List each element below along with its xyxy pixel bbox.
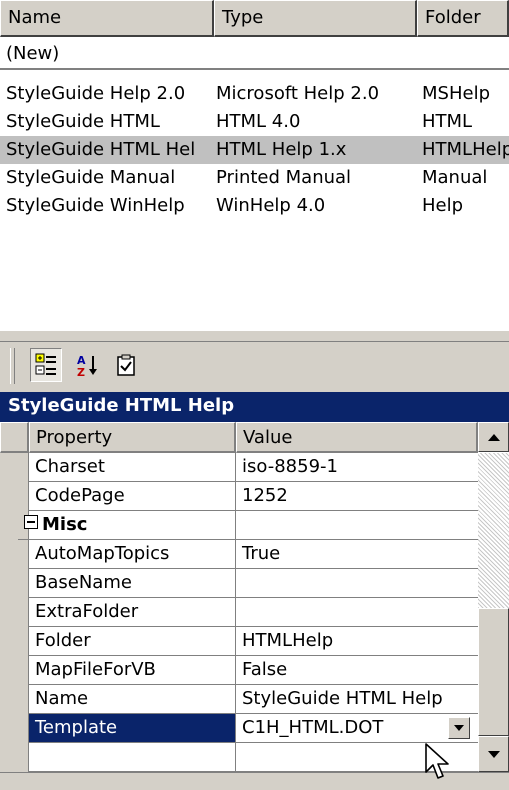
property-row-extrafolder[interactable]: ExtraFolder bbox=[0, 598, 478, 628]
list-item-folder: HTML bbox=[422, 111, 473, 132]
dropdown-arrow-icon bbox=[454, 725, 464, 731]
property-pages-button[interactable] bbox=[110, 348, 142, 382]
grid-header-corner bbox=[0, 422, 29, 453]
property-value[interactable] bbox=[236, 598, 478, 627]
property-value[interactable]: iso-8859-1 bbox=[236, 453, 478, 482]
property-row-charset[interactable]: Charset iso-8859-1 bbox=[0, 453, 478, 483]
category-row-misc[interactable]: Misc bbox=[0, 511, 478, 541]
property-name: Folder bbox=[29, 627, 236, 656]
list-item[interactable]: StyleGuide WinHelp WinHelp 4.0 Help bbox=[0, 192, 509, 220]
property-row-mapfileforvb[interactable]: MapFileForVB False bbox=[0, 656, 478, 686]
list-item-type: Microsoft Help 2.0 bbox=[216, 83, 380, 104]
toolbar-grip[interactable] bbox=[10, 348, 15, 384]
property-row-basename[interactable]: BaseName bbox=[0, 569, 478, 599]
property-name: Template bbox=[29, 714, 236, 743]
list-item-type: HTML 4.0 bbox=[216, 111, 301, 132]
mouse-cursor-icon bbox=[425, 743, 449, 779]
property-value[interactable]: StyleGuide HTML Help bbox=[236, 685, 478, 714]
list-item-type: WinHelp 4.0 bbox=[216, 195, 326, 216]
property-name: AutoMapTopics bbox=[29, 540, 236, 569]
list-item-name: StyleGuide HTML bbox=[6, 111, 160, 132]
splitter[interactable] bbox=[0, 330, 509, 342]
list-item-folder: HTMLHelp bbox=[422, 139, 509, 160]
list-item-name: StyleGuide HTML Hel bbox=[6, 139, 196, 160]
property-row-empty bbox=[0, 743, 478, 772]
property-name: BaseName bbox=[29, 569, 236, 598]
property-value[interactable]: True bbox=[236, 540, 478, 569]
property-toolbar: A Z bbox=[0, 342, 509, 392]
property-row-folder[interactable]: Folder HTMLHelp bbox=[0, 627, 478, 657]
sort-alphabetical-icon: A Z bbox=[77, 354, 97, 377]
list-item[interactable]: StyleGuide Help 2.0 Microsoft Help 2.0 M… bbox=[0, 80, 509, 108]
property-value[interactable] bbox=[236, 569, 478, 598]
property-name bbox=[29, 743, 236, 772]
list-item-selected[interactable]: StyleGuide HTML Hel HTML Help 1.x HTMLHe… bbox=[0, 136, 509, 164]
property-value[interactable]: 1252 bbox=[236, 482, 478, 511]
output-list[interactable]: Name Type Folder (New) StyleGuide Help 2… bbox=[0, 0, 509, 330]
property-name: ExtraFolder bbox=[29, 598, 236, 627]
list-item-name: StyleGuide Manual bbox=[6, 167, 176, 188]
property-row-name[interactable]: Name StyleGuide HTML Help bbox=[0, 685, 478, 715]
property-name: Name bbox=[29, 685, 236, 714]
svg-text:Z: Z bbox=[77, 366, 85, 377]
list-item-new[interactable]: (New) bbox=[0, 40, 509, 70]
property-row-codepage[interactable]: CodePage 1252 bbox=[0, 482, 478, 512]
column-header-name[interactable]: Name bbox=[0, 0, 214, 37]
column-header-folder[interactable]: Folder bbox=[417, 0, 509, 37]
categorized-button[interactable] bbox=[30, 348, 62, 382]
property-name: Charset bbox=[29, 453, 236, 482]
property-pages-icon bbox=[117, 354, 135, 376]
list-item-folder: Manual bbox=[422, 167, 488, 188]
list-item-name: StyleGuide WinHelp bbox=[6, 195, 185, 216]
property-row-template[interactable]: Template C1H_HTML.DOT bbox=[0, 714, 478, 744]
scrollbar-track[interactable] bbox=[478, 453, 509, 608]
categorized-icon bbox=[35, 353, 56, 375]
list-item-name: StyleGuide Help 2.0 bbox=[6, 83, 186, 104]
property-name: MapFileForVB bbox=[29, 656, 236, 685]
list-item[interactable]: StyleGuide HTML HTML 4.0 HTML bbox=[0, 108, 509, 136]
list-item[interactable]: StyleGuide Manual Printed Manual Manual bbox=[0, 164, 509, 192]
template-dropdown-button[interactable] bbox=[448, 717, 470, 739]
scroll-down-button[interactable] bbox=[478, 736, 509, 772]
object-title: StyleGuide HTML Help bbox=[0, 392, 509, 422]
category-name: Misc bbox=[18, 511, 236, 540]
grid-header-property[interactable]: Property bbox=[29, 422, 236, 453]
property-row-automaptopics[interactable]: AutoMapTopics True bbox=[0, 540, 478, 570]
template-value: C1H_HTML.DOT bbox=[242, 717, 384, 738]
property-value[interactable]: False bbox=[236, 656, 478, 685]
column-header-type[interactable]: Type bbox=[214, 0, 417, 37]
list-item-new-label: (New) bbox=[6, 43, 60, 64]
list-item-folder: Help bbox=[422, 195, 464, 216]
grid-header-value[interactable]: Value bbox=[236, 422, 478, 453]
scroll-up-arrow-icon bbox=[487, 433, 500, 441]
property-value bbox=[236, 511, 478, 540]
vertical-scrollbar[interactable] bbox=[478, 422, 509, 772]
scroll-up-button[interactable] bbox=[478, 422, 509, 452]
scrollbar-thumb[interactable] bbox=[478, 608, 509, 736]
sort-alphabetical-button[interactable]: A Z bbox=[72, 348, 104, 382]
list-item-type: HTML Help 1.x bbox=[216, 139, 347, 160]
property-value[interactable]: HTMLHelp bbox=[236, 627, 478, 656]
list-item-type: Printed Manual bbox=[216, 167, 352, 188]
property-grid[interactable]: Property Value Charset iso-8859-1 CodePa… bbox=[0, 422, 509, 772]
property-name: CodePage bbox=[29, 482, 236, 511]
category-label: Misc bbox=[42, 514, 88, 535]
collapse-icon[interactable] bbox=[24, 515, 38, 529]
scroll-down-arrow-icon bbox=[487, 750, 500, 758]
property-value[interactable]: C1H_HTML.DOT bbox=[236, 714, 478, 743]
list-item-folder: MSHelp bbox=[422, 83, 490, 104]
